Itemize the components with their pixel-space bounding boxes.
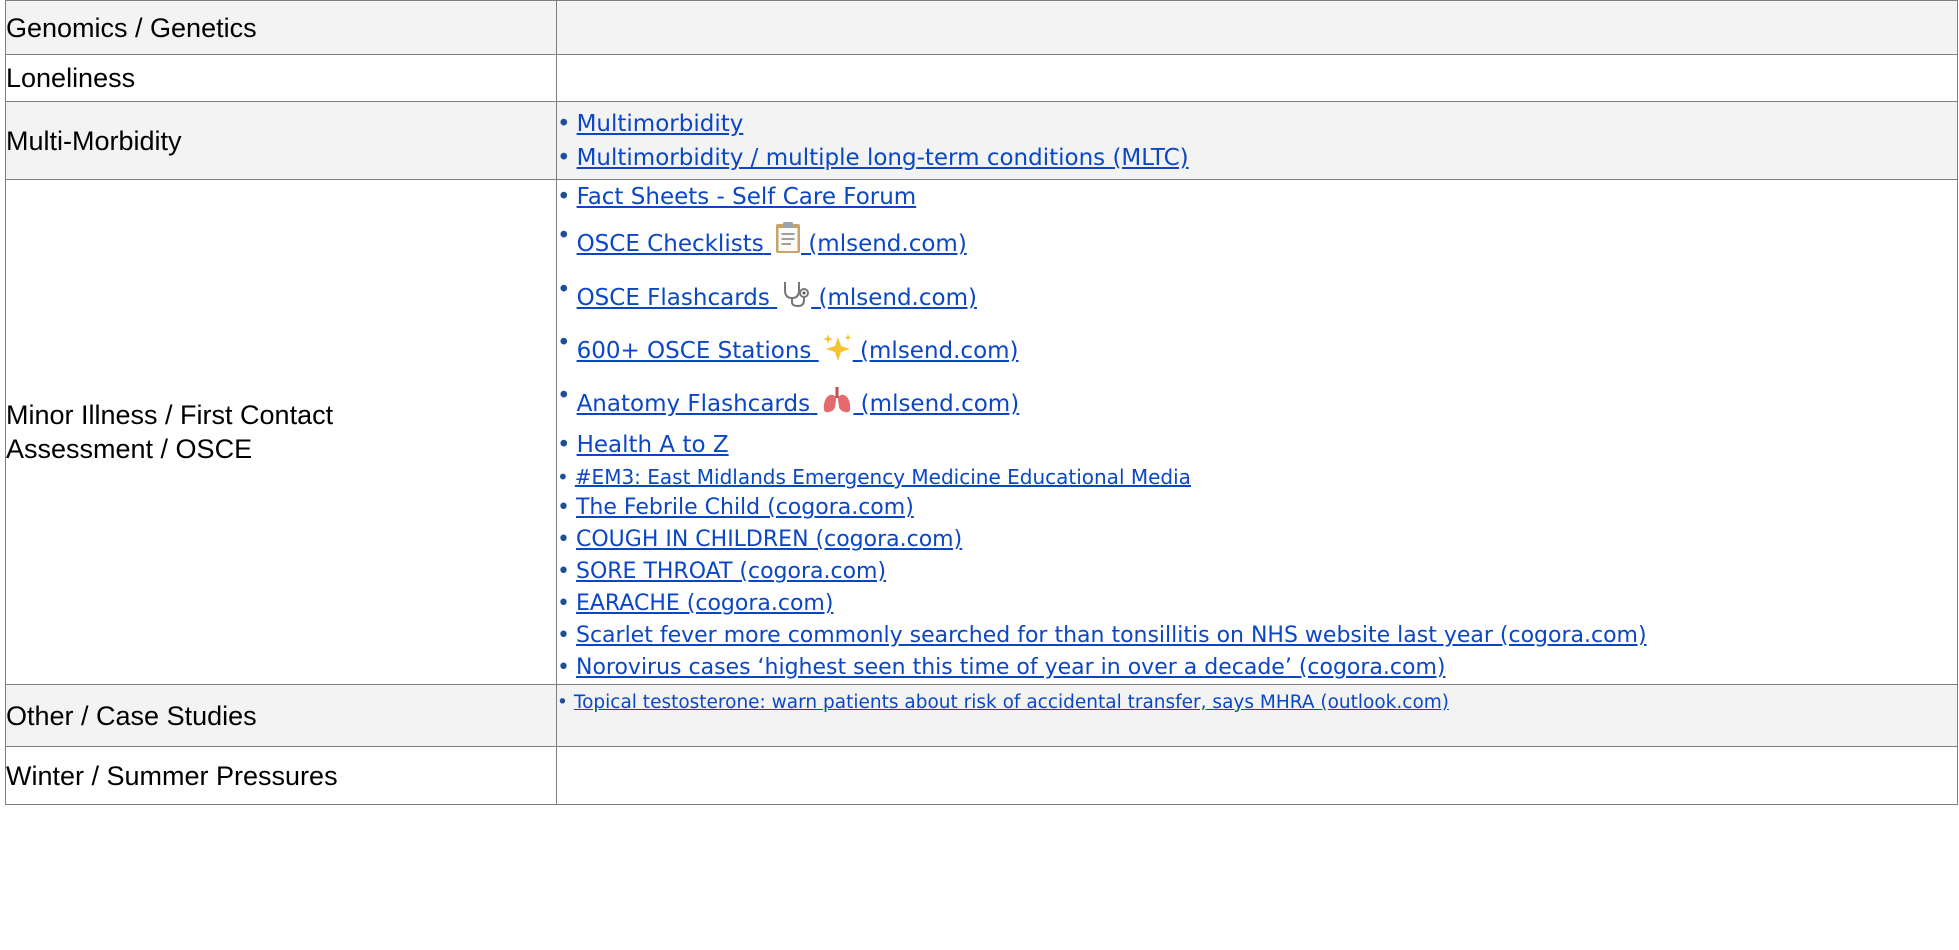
list-item: • Fact Sheets - Self Care Forum [557,184,917,210]
links-cell: • Fact Sheets - Self Care Forum • OSCE Che… [556,179,1958,685]
list-item: • The Febrile Child (cogora.com) [557,495,914,520]
sparkles-icon [822,333,853,373]
list-item: • #EM3: East Midlands Emergency Medicine … [557,465,1191,489]
lungs-icon [821,386,853,426]
topic-label: Other / Case Studies [5,684,557,747]
link-scarlet-fever[interactable]: Scarlet fever more commonly searched for… [576,623,1647,648]
link-osce-stations[interactable]: 600+ OSCE Stations (mlsend.com) [577,334,1019,364]
link-health-a-to-z[interactable]: Health A to Z [577,432,729,458]
link-norovirus[interactable]: Norovirus cases ‘highest seen this time … [576,655,1445,680]
topic-label: Winter / Summer Pressures [5,746,557,805]
list-item: • Topical testosterone: warn patients abo… [557,692,1449,713]
link-fact-sheets[interactable]: Fact Sheets - Self Care Forum [577,184,917,210]
stethoscope-icon [781,280,811,320]
list-item: • OSCE Checklists (mlsend.com) [557,222,1957,266]
list-item: • OSCE Flashcards (mlsend.com) [557,277,1957,320]
table-row: Genomics / Genetics [5,0,1958,55]
link-multimorbidity[interactable]: Multimorbidity [577,111,744,137]
list-item: • Multimorbidity / multiple long-term con… [557,144,1189,171]
list-item: • SORE THROAT (cogora.com) [557,559,887,584]
table-row: Multi-Morbidity • Multimorbidity • Multimo… [5,101,1958,180]
link-list: • Multimorbidity • Multimorbidity / multip… [557,107,1957,175]
link-osce-flashcards[interactable]: OSCE Flashcards (mlsend.com) [577,282,977,311]
links-cell: • Multimorbidity • Multimorbidity / multip… [556,101,1958,180]
list-item: • EARACHE (cogora.com) [557,591,834,616]
topic-label: Minor Illness / First Contact Assessment… [5,179,557,685]
link-multimorbidity-mltc[interactable]: Multimorbidity / multiple long-term cond… [577,145,1189,171]
list-item: • 600+ OSCE Stations (mlsend.com) [557,330,1957,373]
link-list: • Topical testosterone: warn patients abo… [557,690,1957,716]
link-topical-testosterone[interactable]: Topical testosterone: warn patients abou… [574,692,1449,713]
table-row: Winter / Summer Pressures [5,746,1958,805]
list-item: • Norovirus cases ‘highest seen this time… [557,655,1446,680]
link-febrile-child[interactable]: The Febrile Child (cogora.com) [576,495,914,520]
list-item: • Scarlet fever more commonly searched fo… [557,623,1647,648]
list-item: • Health A to Z [557,432,729,458]
link-sore-throat[interactable]: SORE THROAT (cogora.com) [576,559,886,584]
links-cell: • Topical testosterone: warn patients abo… [556,684,1958,747]
table-row: Loneliness [5,54,1958,102]
link-osce-checklists[interactable]: OSCE Checklists (mlsend.com) [577,222,967,257]
table-row: Minor Illness / First Contact Assessment… [5,179,1958,685]
resource-table: Genomics / Genetics Loneliness Multi-Mor… [5,0,1958,805]
topic-label: Multi-Morbidity [5,101,557,180]
topic-label-line: Assessment / OSCE [6,434,253,464]
link-list: • Fact Sheets - Self Care Forum • OSCE Che… [557,180,1957,684]
list-item: • Anatomy Flashcards (mlsend.com) [557,383,1957,426]
link-anatomy-flashcards[interactable]: Anatomy Flashcards (mlsend.com) [577,387,1019,417]
link-earache[interactable]: EARACHE (cogora.com) [576,591,833,616]
topic-label: Genomics / Genetics [5,0,557,55]
table-row: Other / Case Studies • Topical testostero… [5,684,1958,747]
link-cough-in-children[interactable]: COUGH IN CHILDREN (cogora.com) [576,527,962,552]
list-item: • COUGH IN CHILDREN (cogora.com) [557,527,963,552]
links-cell [556,746,1958,805]
links-cell [556,54,1958,102]
link-em3[interactable]: #EM3: East Midlands Emergency Medicine E… [575,465,1191,489]
links-cell [556,0,1958,55]
topic-label: Loneliness [5,54,557,102]
list-item: • Multimorbidity [557,110,744,137]
topic-label-line: Minor Illness / First Contact [6,400,334,430]
clipboard-icon [775,222,801,266]
